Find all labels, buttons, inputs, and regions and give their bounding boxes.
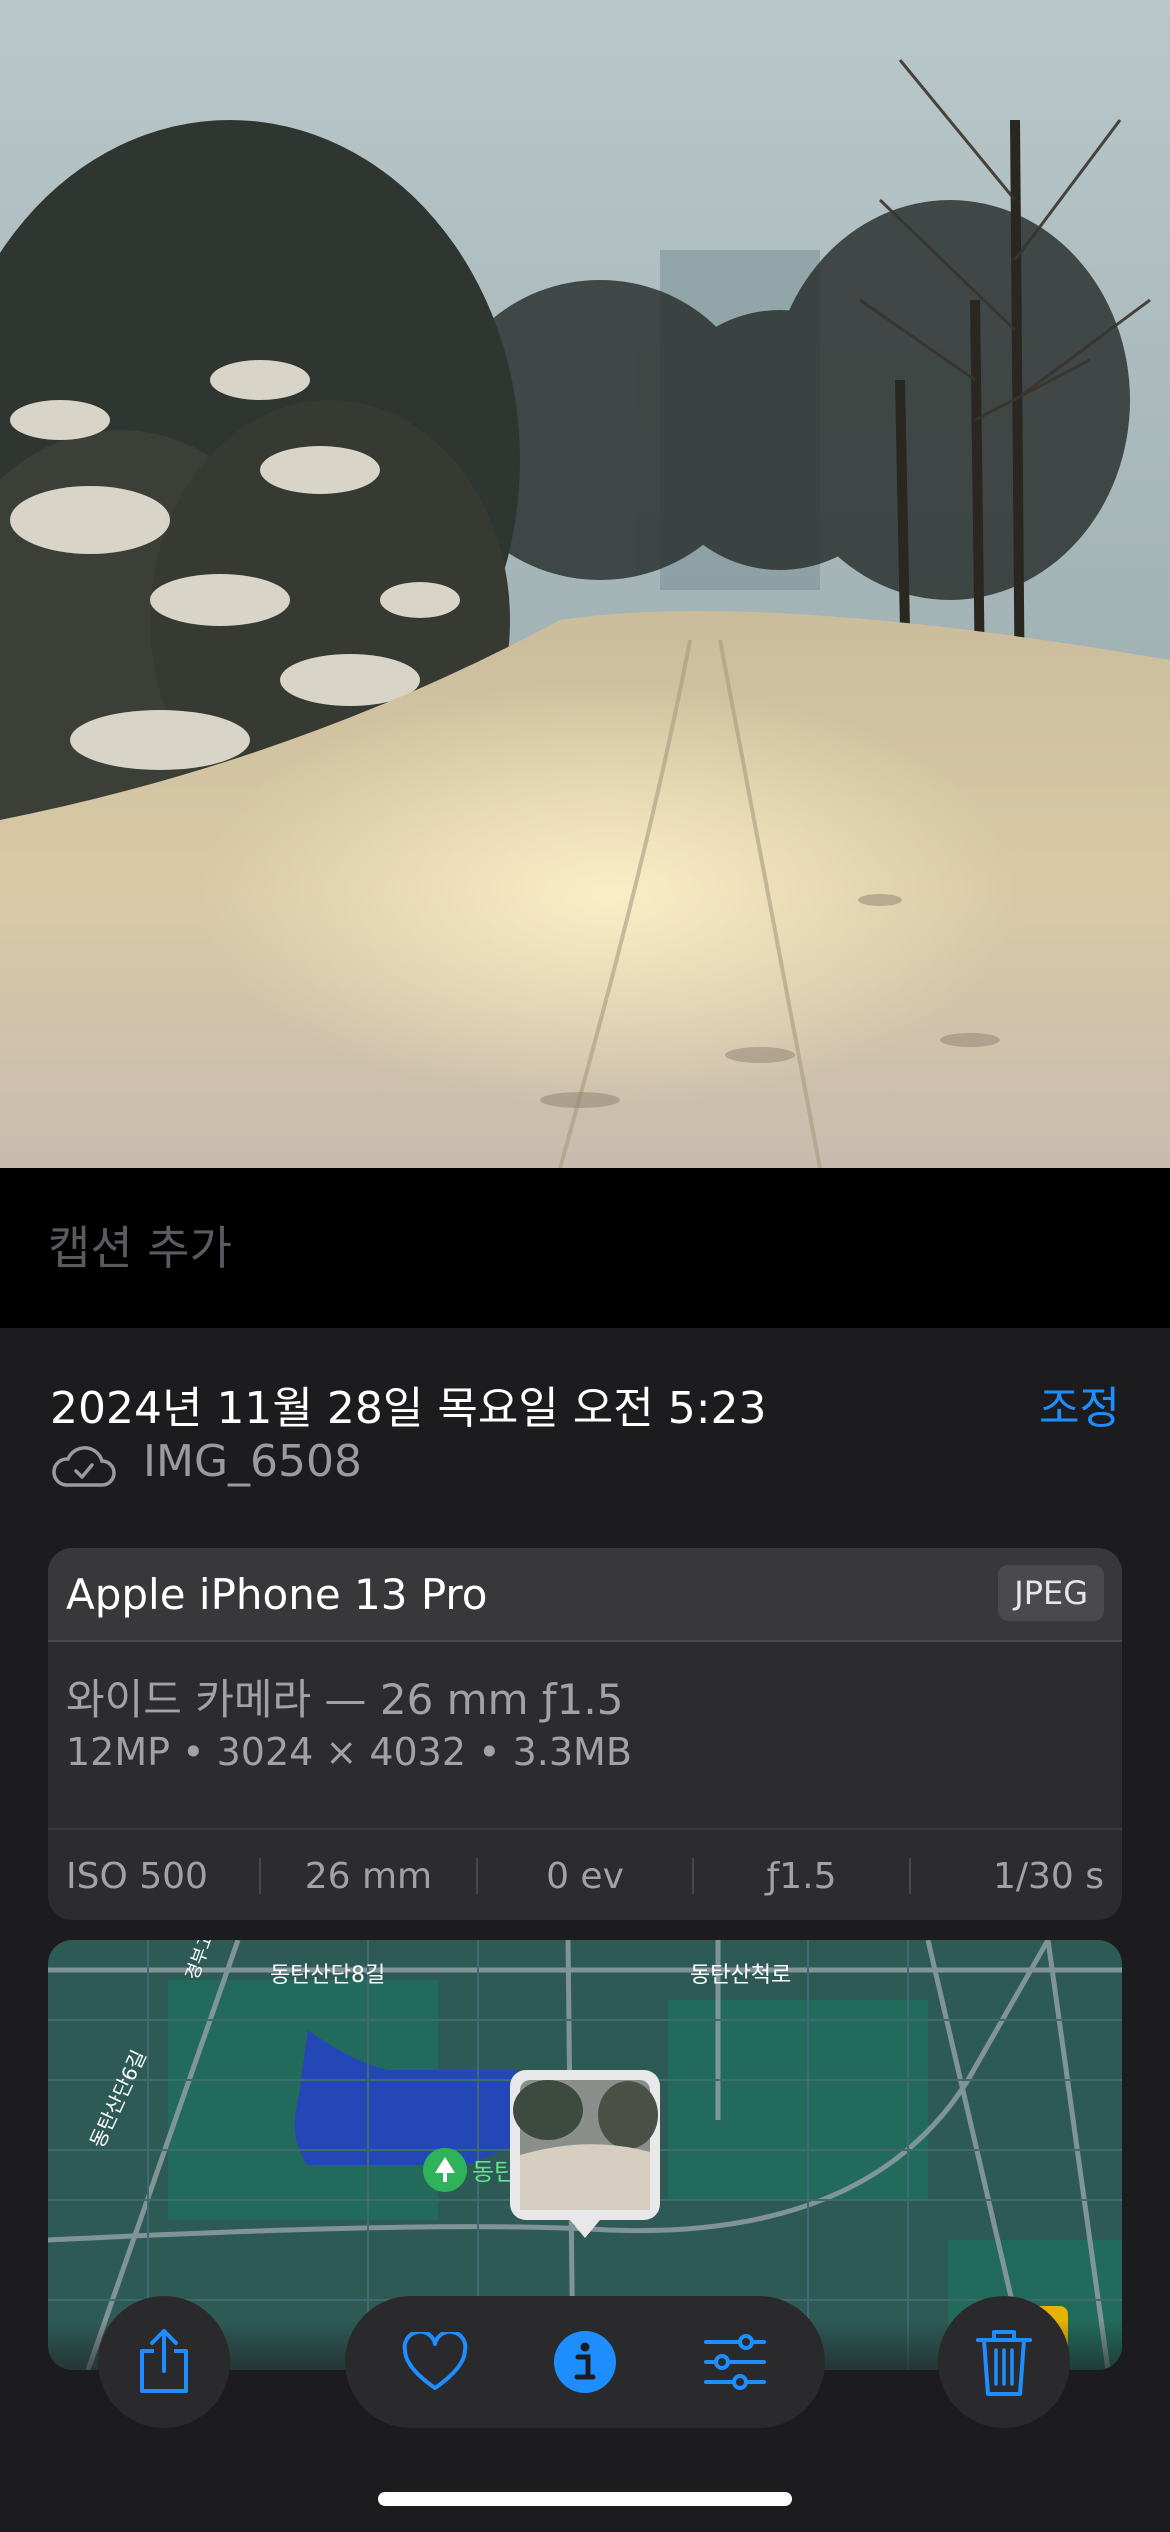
capture-date: 2024년 11월 28일 목요일 오전 5:23 <box>50 1383 767 1434</box>
road-label-right: 동탄산척로 <box>690 1963 791 1988</box>
trash-icon <box>976 2330 1032 2396</box>
exif-aperture: ƒ1.5 <box>766 1855 837 1897</box>
heart-icon <box>402 2332 468 2390</box>
exif-iso: ISO 500 <box>66 1855 208 1897</box>
snow-scene-image <box>0 0 1170 1168</box>
home-indicator[interactable] <box>378 2492 792 2506</box>
photo-location-pin[interactable] <box>510 2070 660 2238</box>
info-icon <box>554 2331 616 2393</box>
camera-card-header: Apple iPhone 13 Pro JPEG <box>48 1548 1122 1642</box>
icloud-icon <box>52 1446 116 1487</box>
exif-exposure-value: 0 ev <box>546 1855 624 1897</box>
park-label: 동탄 <box>472 2158 516 2186</box>
caption-input[interactable]: 캡션 추가 <box>48 1212 232 1278</box>
adjust-button[interactable]: 조정 <box>1039 1372 1120 1436</box>
camera-info-card: Apple iPhone 13 Pro JPEG 와이드 카메라 — 26 mm… <box>48 1548 1122 1920</box>
caption-area[interactable]: 캡션 추가 <box>0 1168 1170 1328</box>
edit-button[interactable] <box>695 2322 775 2402</box>
info-button[interactable] <box>545 2322 625 2402</box>
device-name: Apple iPhone 13 Pro <box>66 1570 488 1619</box>
share-icon <box>140 2329 188 2393</box>
share-button[interactable] <box>98 2296 230 2428</box>
photo[interactable] <box>0 0 1170 1168</box>
delete-button[interactable] <box>938 2296 1070 2428</box>
exif-shutter-speed: 1/30 s <box>992 1855 1104 1897</box>
exif-focal-length: 26 mm <box>304 1855 433 1897</box>
format-badge: JPEG <box>998 1565 1104 1621</box>
action-pill <box>345 2296 825 2428</box>
sliders-icon <box>704 2334 766 2390</box>
file-name: IMG_6508 <box>143 1436 363 1487</box>
road-label-top: 동탄산단8길 <box>270 1963 385 1988</box>
favorite-button[interactable] <box>395 2322 475 2402</box>
image-specs: 12MP • 3024 × 4032 • 3.3MB <box>66 1730 632 1774</box>
lens-info: 와이드 카메라 — 26 mm ƒ1.5 <box>66 1675 624 1724</box>
exif-row: ISO 500 26 mm 0 ev ƒ1.5 1/30 s <box>48 1828 1122 1920</box>
